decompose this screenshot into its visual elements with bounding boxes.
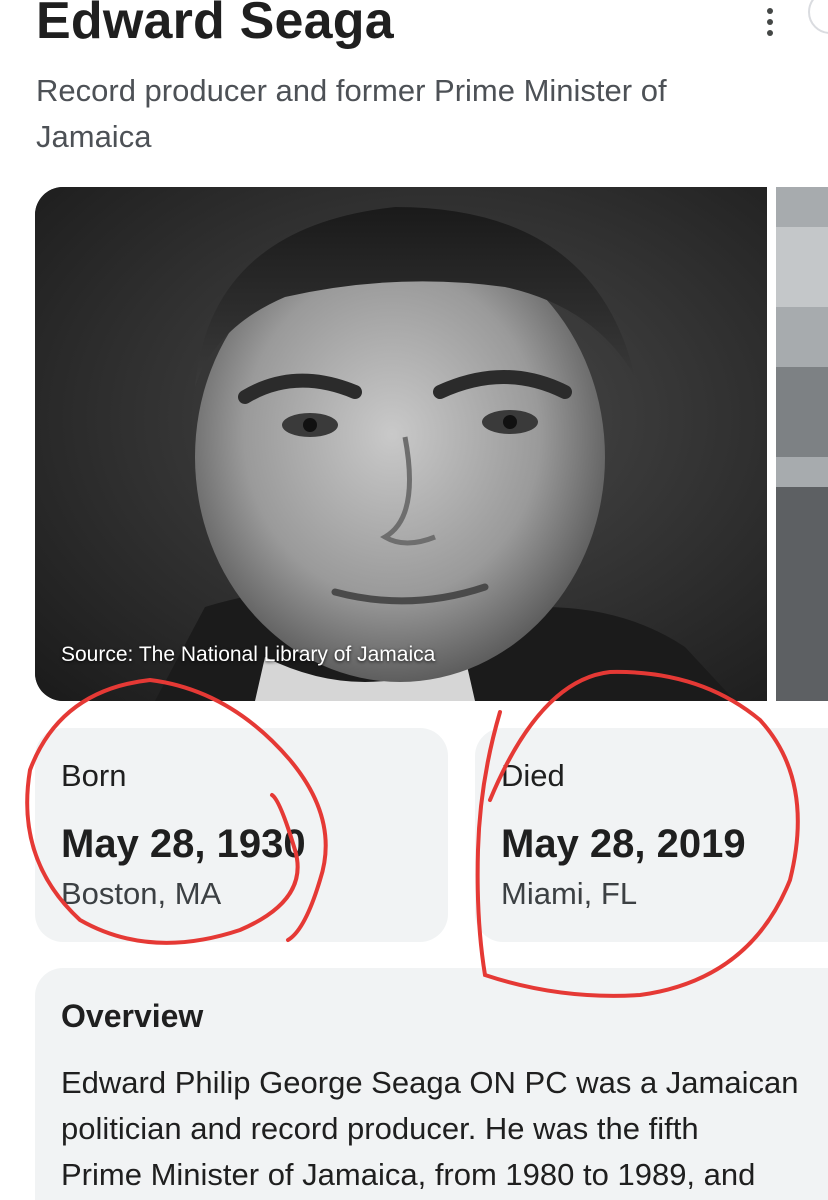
- portrait-photo: [35, 187, 767, 701]
- died-label: Died: [501, 758, 565, 793]
- died-place: Miami, FL: [501, 876, 638, 911]
- more-vert-icon-dot-2: [767, 19, 773, 25]
- more-vert-icon: [767, 8, 773, 14]
- more-options-button[interactable]: [752, 4, 788, 40]
- page-title: Edward Seaga: [36, 0, 394, 50]
- share-button[interactable]: [808, 0, 828, 34]
- overview-line: politician and record producer. He was t…: [61, 1111, 699, 1146]
- portrait-image[interactable]: Source: The National Library of Jamaica: [35, 187, 767, 701]
- died-date: May 28, 2019: [501, 822, 746, 866]
- overview-card[interactable]: Overview Edward Philip George Seaga ON P…: [35, 968, 828, 1200]
- next-image-photo: [776, 187, 828, 701]
- overview-line: Prime Minister of Jamaica, from 1980 to …: [61, 1157, 756, 1192]
- next-image-thumbnail[interactable]: [776, 187, 828, 701]
- born-date: May 28, 1930: [61, 822, 306, 866]
- entity-description: Record producer and former Prime Ministe…: [36, 73, 667, 154]
- born-card[interactable]: Born May 28, 1930 Boston, MA: [35, 728, 448, 942]
- died-card[interactable]: Died May 28, 2019 Miami, FL: [475, 728, 828, 942]
- knowledge-panel: Edward Seaga Record producer and former …: [0, 0, 828, 1200]
- more-vert-icon-dot-3: [767, 30, 773, 36]
- overview-text: Edward Philip George Seaga ON PC was a J…: [61, 1060, 828, 1198]
- born-place: Boston, MA: [61, 876, 222, 911]
- overview-line: Edward Philip George Seaga ON PC was a J…: [61, 1065, 799, 1100]
- image-source-caption: Source: The National Library of Jamaica: [61, 643, 436, 666]
- overview-heading: Overview: [61, 998, 204, 1034]
- born-label: Born: [61, 758, 127, 793]
